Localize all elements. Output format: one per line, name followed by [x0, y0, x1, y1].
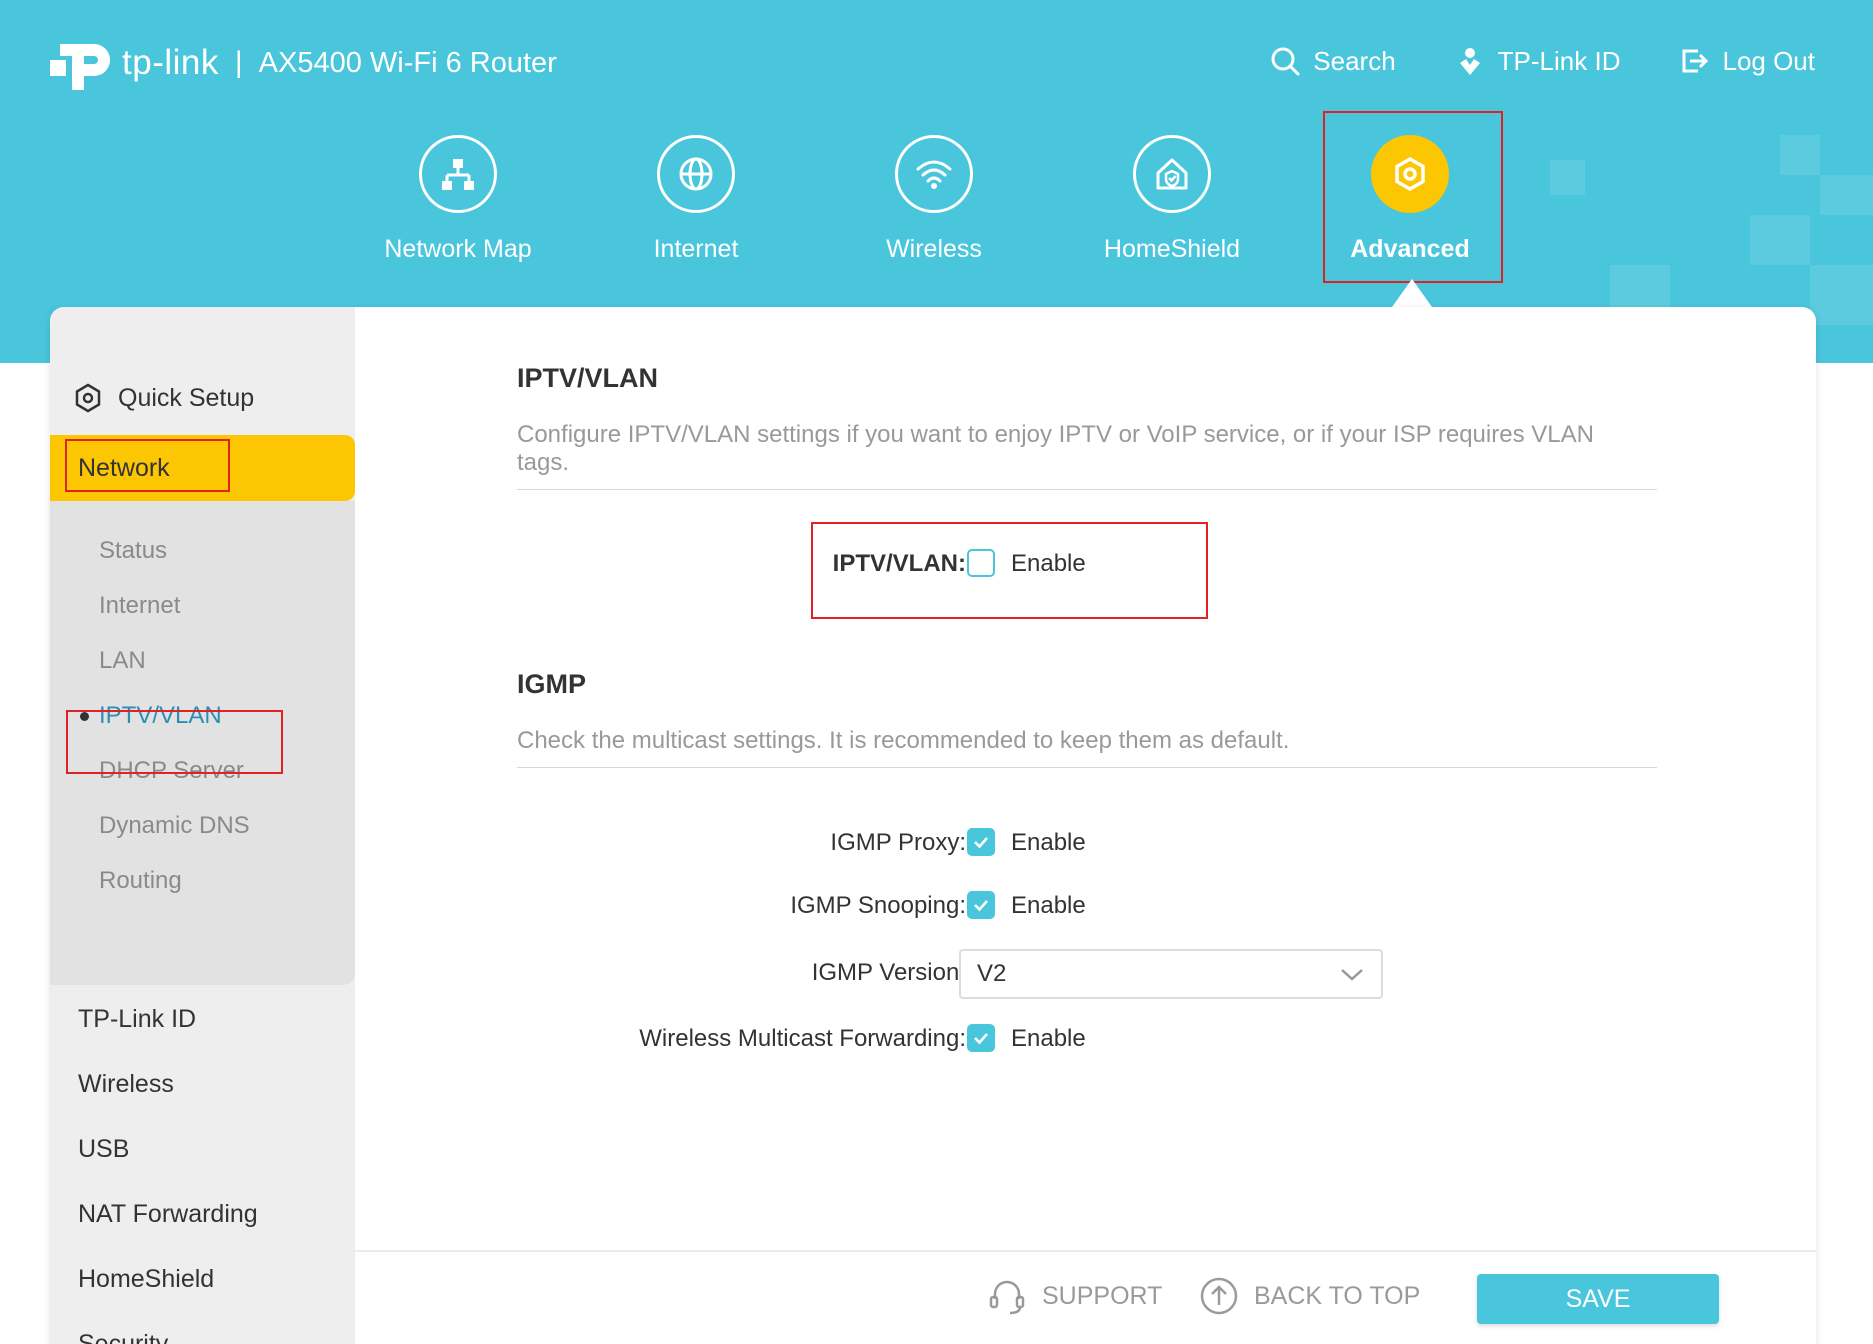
sidebar-item-homeshield[interactable]: HomeShield [78, 1265, 214, 1294]
igmp-section-divider [517, 767, 1657, 768]
search-icon [1271, 47, 1300, 76]
tplink-logo: tp-link | AX5400 Wi-Fi 6 Router [50, 30, 557, 96]
sidebar-item-wireless[interactable]: Wireless [78, 1070, 174, 1099]
search-label: Search [1313, 45, 1396, 76]
igmp-proxy-checkbox[interactable] [967, 828, 995, 856]
globe-icon [657, 135, 735, 213]
user-pin-icon [1459, 48, 1480, 75]
sidebar-sub-iptv-vlan[interactable]: IPTV/VLAN [99, 702, 222, 730]
tplink-logo-icon [50, 44, 110, 90]
support-link[interactable]: SUPPORT [986, 1275, 1162, 1317]
sidebar-sub-status[interactable]: Status [99, 537, 167, 565]
support-label: SUPPORT [1042, 1281, 1163, 1310]
network-submenu: Status Internet LAN IPTV/VLAN DHCP Serve… [50, 501, 355, 985]
top-links: Search TP-Link ID Log Out [1211, 45, 1815, 77]
checkmark-icon [974, 837, 988, 849]
igmp-section-title: IGMP [517, 669, 587, 699]
homeshield-icon [1133, 135, 1211, 213]
tplink-id-link[interactable]: TP-Link ID [1454, 45, 1621, 77]
nav-wireless-label: Wireless [886, 235, 982, 263]
network-map-icon [419, 135, 497, 213]
nav-network-map[interactable]: Network Map [368, 135, 548, 264]
igmp-snooping-enable-label: Enable [1011, 892, 1086, 919]
igmp-snooping-label: IGMP Snooping: [790, 892, 966, 919]
network-label: Network [78, 454, 170, 482]
sidebar: Quick Setup Network Status Internet LAN … [50, 307, 355, 1344]
igmp-version-select[interactable]: V2 [959, 949, 1383, 999]
chevron-down-icon [1341, 969, 1363, 981]
wireless-multicast-forwarding-checkbox[interactable] [967, 1024, 995, 1052]
iptv-vlan-checkbox[interactable] [967, 549, 995, 577]
nav-internet-label: Internet [653, 235, 739, 263]
iptv-vlan-label: IPTV/VLAN: [832, 550, 966, 577]
logo-text: tp-link [122, 43, 219, 82]
sidebar-item-nat-forwarding[interactable]: NAT Forwarding [78, 1200, 258, 1229]
nav-advanced[interactable]: Advanced [1320, 135, 1500, 264]
iptv-section-divider [517, 489, 1657, 490]
sidebar-sub-dynamic-dns[interactable]: Dynamic DNS [99, 812, 250, 840]
wifi-icon [895, 135, 973, 213]
arrow-up-icon [1200, 1277, 1238, 1315]
sidebar-item-tplink-id[interactable]: TP-Link ID [78, 1005, 196, 1034]
active-bullet [80, 712, 89, 721]
sidebar-item-usb[interactable]: USB [78, 1135, 129, 1164]
save-button[interactable]: SAVE [1477, 1274, 1719, 1324]
active-nav-caret [1392, 279, 1432, 307]
logo-separator: | [234, 46, 243, 79]
iptv-vlan-enable-label: Enable [1011, 550, 1086, 577]
nav-homeshield[interactable]: HomeShield [1082, 135, 1262, 264]
tplink-id-label: TP-Link ID [1497, 45, 1621, 76]
sidebar-item-network[interactable]: Network [50, 435, 355, 501]
igmp-version-label: IGMP Version: [811, 959, 966, 986]
sidebar-sub-internet[interactable]: Internet [99, 592, 180, 620]
sidebar-sub-routing[interactable]: Routing [99, 867, 182, 895]
sidebar-item-quick-setup[interactable]: Quick Setup [72, 382, 254, 414]
gear-icon [75, 383, 101, 413]
headset-icon [989, 1280, 1025, 1315]
nav-wireless[interactable]: Wireless [844, 135, 1024, 264]
main-nav: Network Map Internet Wireless HomeShield… [0, 135, 1873, 285]
quick-setup-label: Quick Setup [118, 383, 255, 412]
search-link[interactable]: Search [1269, 45, 1396, 77]
sidebar-sub-dhcp-server[interactable]: DHCP Server [99, 757, 244, 785]
main-content: IPTV/VLAN Configure IPTV/VLAN settings i… [355, 307, 1816, 1344]
checkmark-icon [974, 900, 988, 912]
back-to-top-label: BACK TO TOP [1254, 1281, 1421, 1310]
checkmark-icon [974, 1033, 988, 1045]
router-model: AX5400 Wi-Fi 6 Router [258, 46, 557, 79]
settings-card: Quick Setup Network Status Internet LAN … [50, 307, 1816, 1344]
nav-advanced-label: Advanced [1350, 235, 1470, 263]
nav-internet[interactable]: Internet [606, 135, 786, 264]
igmp-snooping-checkbox[interactable] [967, 891, 995, 919]
wireless-multicast-forwarding-enable-label: Enable [1011, 1025, 1086, 1052]
wireless-multicast-forwarding-label: Wireless Multicast Forwarding: [639, 1025, 966, 1052]
igmp-section-description: Check the multicast settings. It is reco… [517, 727, 1290, 754]
iptv-section-description: Configure IPTV/VLAN settings if you want… [517, 421, 1594, 476]
footer-divider [355, 1250, 1816, 1252]
nav-homeshield-label: HomeShield [1103, 235, 1241, 263]
gear-icon [1371, 135, 1449, 213]
iptv-section-title: IPTV/VLAN [517, 363, 659, 393]
igmp-proxy-enable-label: Enable [1011, 829, 1086, 856]
logout-icon [1682, 49, 1709, 73]
back-to-top-link[interactable]: BACK TO TOP [1198, 1275, 1420, 1317]
logout-link[interactable]: Log Out [1678, 45, 1815, 77]
sidebar-item-security[interactable]: Security [78, 1330, 168, 1344]
igmp-version-value: V2 [977, 960, 1007, 987]
logout-label: Log Out [1722, 45, 1815, 76]
igmp-proxy-label: IGMP Proxy: [830, 829, 966, 856]
nav-network-map-label: Network Map [384, 235, 532, 263]
sidebar-sub-lan[interactable]: LAN [99, 647, 146, 675]
